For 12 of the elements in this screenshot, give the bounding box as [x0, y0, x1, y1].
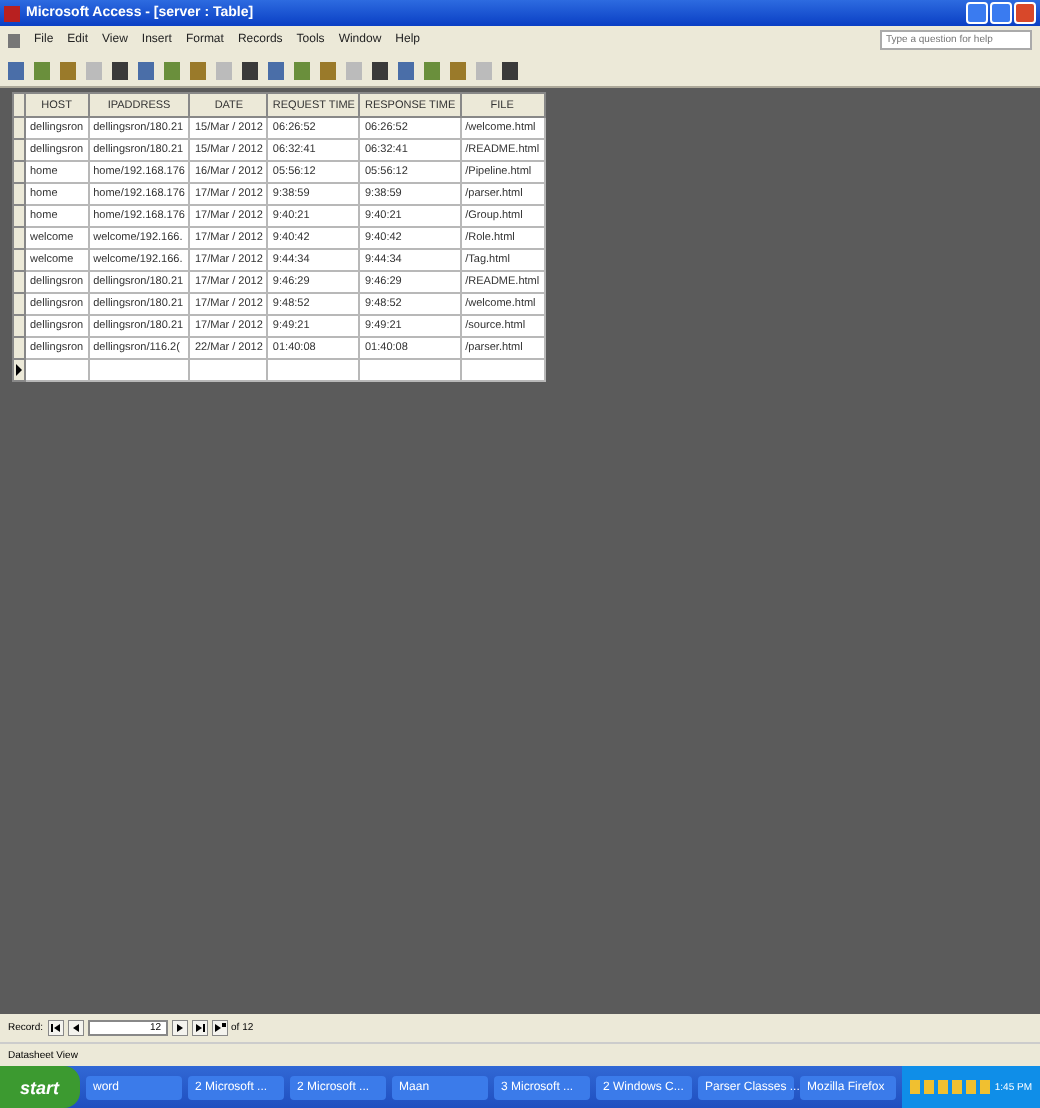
minimize-button[interactable]: [966, 2, 988, 24]
maximize-button[interactable]: [990, 2, 1012, 24]
last-record-button[interactable]: [191, 1020, 208, 1036]
close-button[interactable]: [1014, 2, 1036, 24]
new-record-button[interactable]: [211, 1020, 228, 1036]
start-button[interactable]: start: [0, 1066, 80, 1108]
select-all-button[interactable]: [13, 93, 25, 117]
row-selector[interactable]: [13, 359, 25, 381]
new-record-icon: [16, 364, 22, 376]
previous-record-button[interactable]: [67, 1020, 84, 1036]
next-record-button[interactable]: [171, 1020, 188, 1036]
first-record-button[interactable]: [47, 1020, 64, 1036]
